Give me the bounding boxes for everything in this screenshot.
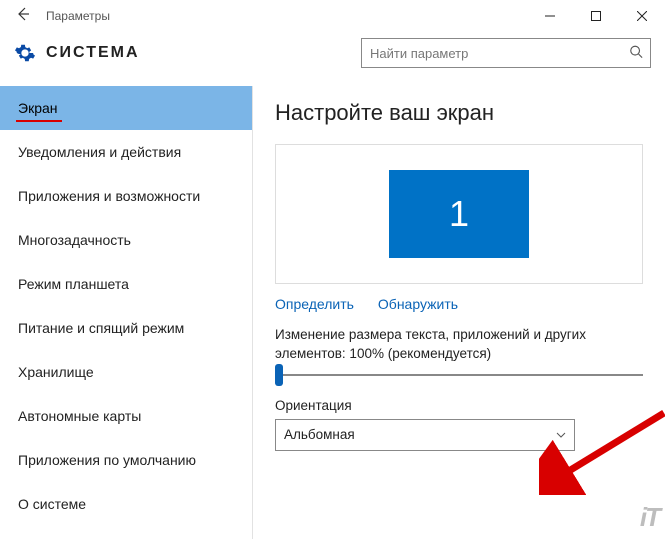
page-title: Настройте ваш экран [275,100,643,126]
sidebar-item-label: Уведомления и действия [18,144,181,160]
sidebar-item-apps-features[interactable]: Приложения и возможности [0,174,252,218]
sidebar-item-display[interactable]: Экран [0,86,252,130]
sidebar-item-label: Приложения и возможности [18,188,200,204]
active-underline [16,120,62,122]
watermark: iT [640,502,659,533]
monitor-tile[interactable]: 1 [389,170,529,258]
search-input[interactable] [361,38,651,68]
minimize-button[interactable] [527,0,573,32]
sidebar-item-about[interactable]: О системе [0,482,252,512]
scale-slider[interactable] [275,374,643,376]
display-arrangement[interactable]: 1 [275,144,643,284]
window-title: Параметры [46,9,110,23]
sidebar-item-label: Экран [18,100,58,116]
maximize-icon [591,11,601,21]
chevron-down-icon [556,430,566,440]
sidebar-item-multitasking[interactable]: Многозадачность [0,218,252,262]
orientation-value: Альбомная [284,427,355,442]
titlebar: Параметры [0,0,665,32]
maximize-button[interactable] [573,0,619,32]
section-title: СИСТЕМА [46,44,140,62]
close-button[interactable] [619,0,665,32]
arrow-left-icon [15,6,31,22]
back-button[interactable] [0,6,46,27]
identify-link[interactable]: Определить [275,296,354,312]
sidebar-item-label: Многозадачность [18,232,131,248]
sidebar-item-label: Режим планшета [18,276,129,292]
main-content: Настройте ваш экран 1 Определить Обнаруж… [253,86,665,539]
gear-icon [14,42,36,64]
sidebar-item-label: О системе [18,496,86,512]
scale-description: Изменение размера текста, приложений и д… [275,326,643,364]
sidebar-item-storage[interactable]: Хранилище [0,350,252,394]
orientation-select[interactable]: Альбомная [275,419,575,451]
sidebar-item-default-apps[interactable]: Приложения по умолчанию [0,438,252,482]
sidebar-item-label: Питание и спящий режим [18,320,184,336]
search-field[interactable] [361,38,651,68]
section-header: СИСТЕМА [0,32,665,86]
monitor-number: 1 [449,193,469,235]
close-icon [637,11,647,21]
slider-thumb[interactable] [275,364,283,386]
sidebar-item-power-sleep[interactable]: Питание и спящий режим [0,306,252,350]
sidebar: Экран Уведомления и действия Приложения … [0,86,253,539]
orientation-label: Ориентация [275,398,643,413]
sidebar-item-label: Хранилище [18,364,94,380]
sidebar-item-label: Автономные карты [18,408,141,424]
sidebar-item-offline-maps[interactable]: Автономные карты [0,394,252,438]
sidebar-item-notifications[interactable]: Уведомления и действия [0,130,252,174]
sidebar-item-tablet-mode[interactable]: Режим планшета [0,262,252,306]
detect-link[interactable]: Обнаружить [378,296,458,312]
search-icon [629,45,643,62]
minimize-icon [545,11,555,21]
sidebar-item-label: Приложения по умолчанию [18,452,196,468]
